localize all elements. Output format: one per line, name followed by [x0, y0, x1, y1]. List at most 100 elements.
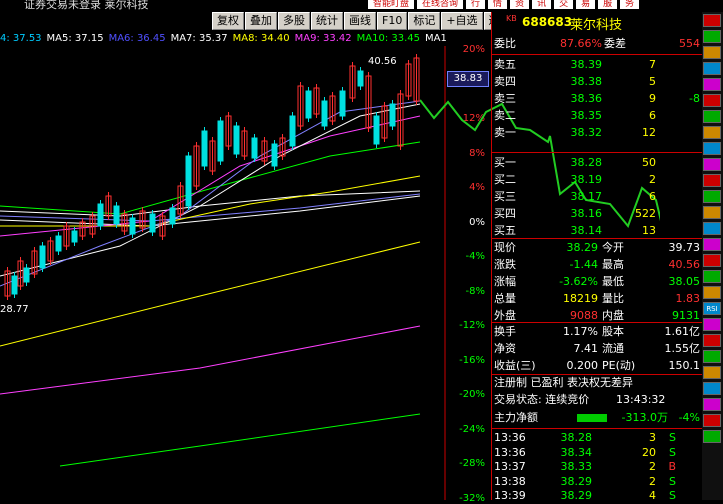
top-menu-item[interactable]: 行	[466, 0, 486, 9]
side-tool-icon[interactable]: RSI	[703, 302, 721, 315]
ma-legend-item: MA6: 36.45	[108, 33, 166, 44]
current-price-tag: 38.83	[447, 71, 489, 87]
axis-tick-label: 20%	[462, 44, 485, 55]
sell-row[interactable]: 卖一 38.32 12	[494, 125, 700, 141]
side-tool-icon[interactable]	[703, 126, 721, 139]
sell-price: 38.32	[570, 126, 603, 139]
sell-label: 卖二	[494, 109, 516, 122]
top-menu-item[interactable]: 情	[488, 0, 508, 9]
axis-tick-label: -32%	[459, 492, 485, 504]
top-menu-item[interactable]: 资	[510, 0, 530, 9]
main-flow-row[interactable]: 主力净额 -313.0万 -4%	[494, 410, 700, 426]
candle-body	[113, 205, 120, 225]
sell-row[interactable]: 卖五 38.39 7	[494, 57, 700, 73]
side-tool-icon[interactable]	[703, 110, 721, 123]
toolbar-button[interactable]: 叠加	[245, 12, 277, 30]
side-tool-icon[interactable]	[703, 382, 721, 395]
side-tool-icon[interactable]	[703, 206, 721, 219]
side-tool-icon[interactable]	[703, 14, 721, 27]
tick-row[interactable]: 13:38 38.29 2 S	[494, 475, 700, 489]
quote-row: 涨跌 -1.44 最高 40.56	[494, 257, 700, 273]
candle-body	[201, 130, 208, 167]
top-menu-item[interactable]: 在线咨询	[417, 0, 464, 9]
tick-direction: S	[669, 489, 676, 502]
top-menu-item[interactable]: 交	[554, 0, 574, 9]
sell-row[interactable]: 卖二 38.35 6	[494, 108, 700, 124]
buy-row[interactable]: 买二 38.19 2	[494, 172, 700, 188]
tick-row[interactable]: 13:36 38.34 20 S	[494, 446, 700, 460]
quote-label: 总量	[494, 292, 516, 305]
side-tool-icon[interactable]	[703, 158, 721, 171]
side-tool-icon[interactable]	[703, 222, 721, 235]
quote-value: 38.29	[566, 241, 599, 254]
candle-body	[55, 235, 62, 252]
side-tool-icon[interactable]	[703, 270, 721, 283]
side-tool-icon[interactable]	[703, 366, 721, 379]
side-tool-icon[interactable]	[703, 430, 721, 443]
top-menu-item[interactable]: 讯	[532, 0, 552, 9]
side-tool-icon[interactable]	[703, 190, 721, 203]
tick-row[interactable]: 13:39 38.29 4 S	[494, 489, 700, 503]
quote-value: 18219	[563, 292, 598, 305]
toolbar-button[interactable]: 标记	[408, 12, 441, 30]
stock-code[interactable]: 688683	[522, 15, 572, 29]
candle-body	[289, 115, 296, 147]
quote-label: 涨幅	[494, 275, 516, 288]
tick-direction: S	[669, 431, 676, 444]
buy-row[interactable]: 买五 38.14 13	[494, 223, 700, 239]
side-tool-icon[interactable]	[703, 334, 721, 347]
side-tool-icon[interactable]	[703, 94, 721, 107]
buy-row[interactable]: 买三 38.17 6	[494, 189, 700, 205]
buy-label: 买一	[494, 156, 516, 169]
buy-volume: 2	[649, 173, 656, 186]
toolbar-button[interactable]: 复权	[212, 12, 244, 30]
tick-row[interactable]: 13:36 38.28 3 S	[494, 431, 700, 445]
tick-row[interactable]: 13:37 38.33 2 B	[494, 460, 700, 474]
toolbar-button[interactable]: 多股	[278, 12, 310, 30]
top-menu-item[interactable]: 易	[576, 0, 596, 9]
sell-price: 38.39	[570, 58, 603, 71]
toolbar-button[interactable]: F10	[377, 12, 408, 30]
axis-tick-label: -20%	[459, 389, 485, 400]
quote-panel: KB 688683 莱尔科技 委比 87.66% 委差 554 卖五 38.39 7…	[491, 12, 702, 503]
quote-row: 总量 18219 量比 1.83	[494, 291, 700, 307]
quote-label: 最高	[602, 258, 624, 271]
sell-row[interactable]: 卖三 38.36 9 -8	[494, 91, 700, 107]
side-tool-icon[interactable]	[703, 414, 721, 427]
toolbar-button[interactable]: 统计	[311, 12, 343, 30]
candle-body	[373, 115, 380, 145]
ma-legend-item: 4: 37.53	[0, 33, 42, 44]
candle-body	[71, 230, 78, 243]
sell-label: 卖三	[494, 92, 516, 105]
side-tool-icon[interactable]	[703, 46, 721, 59]
toolbar-button[interactable]: +自选	[441, 12, 483, 30]
side-tool-icon[interactable]	[703, 78, 721, 91]
sell-row[interactable]: 卖四 38.38 5	[494, 74, 700, 90]
weibi-label: 委比	[494, 37, 516, 50]
side-tool-icon[interactable]	[703, 318, 721, 331]
tick-direction: S	[669, 474, 676, 488]
finance-row: 净资 7.41 流通 1.55亿	[494, 341, 700, 357]
toolbar-button[interactable]: 画线	[344, 12, 376, 30]
side-tool-icon[interactable]	[703, 174, 721, 187]
top-menu-item[interactable]: 务	[620, 0, 640, 9]
sell-volume: 7	[649, 58, 656, 71]
side-tool-icon[interactable]	[703, 142, 721, 155]
side-tool-icon[interactable]	[703, 30, 721, 43]
side-tool-icon[interactable]	[703, 62, 721, 75]
finance-label: 流通	[602, 342, 624, 355]
kline-chart[interactable]: 40.56 28.77	[0, 46, 446, 500]
side-tool-icon[interactable]	[703, 398, 721, 411]
stock-name[interactable]: 莱尔科技	[570, 14, 622, 33]
ma-line	[0, 193, 421, 222]
side-tool-icon[interactable]	[703, 350, 721, 363]
divider	[492, 428, 702, 429]
top-menu-item[interactable]: 智能盯盘	[368, 0, 415, 9]
buy-row[interactable]: 买四 38.16 522	[494, 206, 700, 222]
side-tool-icon[interactable]	[703, 238, 721, 251]
side-tool-icon[interactable]	[703, 254, 721, 267]
top-menu-item[interactable]: 服	[598, 0, 618, 9]
buy-row[interactable]: 买一 38.28 50	[494, 155, 700, 171]
tick-volume: 4	[649, 489, 656, 502]
side-tool-icon[interactable]	[703, 286, 721, 299]
